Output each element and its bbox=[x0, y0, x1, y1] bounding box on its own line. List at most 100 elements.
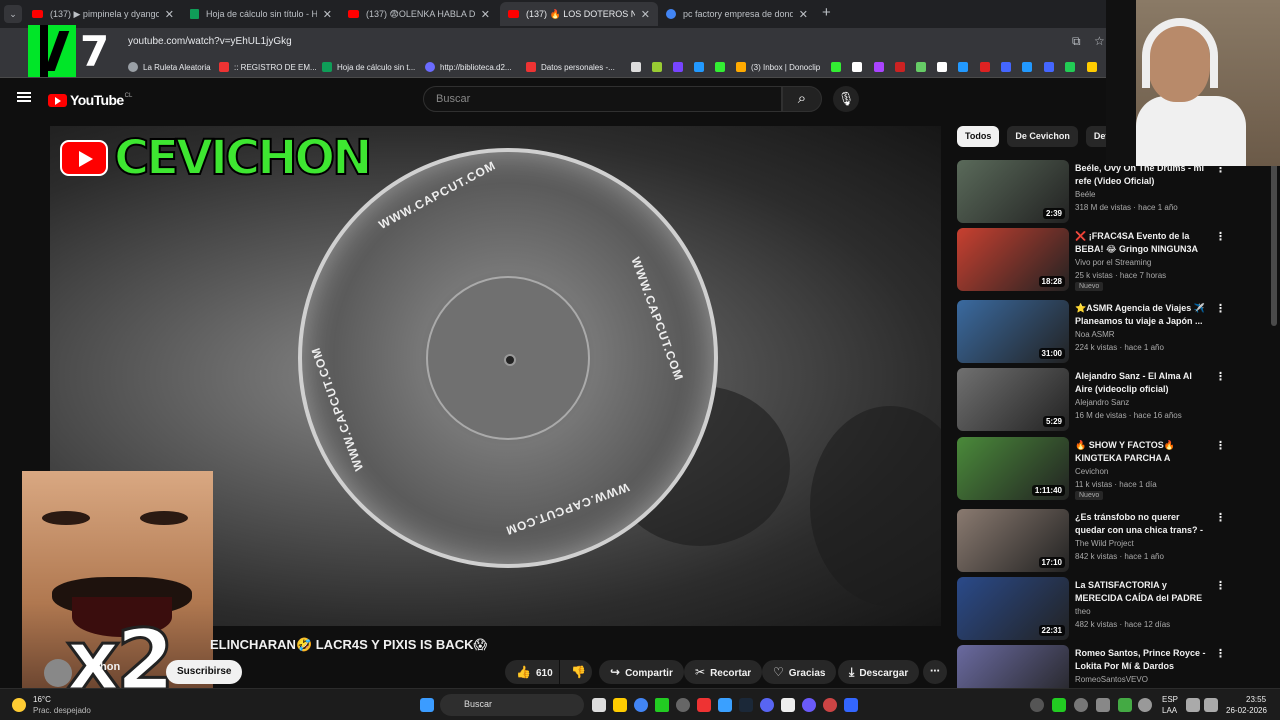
discord-icon[interactable] bbox=[760, 698, 774, 712]
bookmark-icon[interactable] bbox=[895, 62, 905, 72]
channel-name[interactable]: hon bbox=[100, 661, 120, 673]
tray-icon[interactable] bbox=[1096, 698, 1110, 712]
close-icon[interactable]: ✕ bbox=[481, 8, 490, 21]
app-icon[interactable] bbox=[823, 698, 837, 712]
video-thumbnail[interactable]: 22:31 bbox=[957, 577, 1069, 640]
video-thumbnail[interactable]: 1:11:40 bbox=[957, 437, 1069, 500]
download-button[interactable]: ⤓ Descargar bbox=[838, 660, 920, 684]
recommendation-item[interactable]: 18:28 ❌ ¡FRAC4SA Evento de la BEBA! 😂 Gr… bbox=[957, 228, 1277, 292]
close-icon[interactable]: ✕ bbox=[165, 8, 174, 21]
more-vert-icon[interactable]: ⋮ bbox=[1215, 647, 1226, 660]
app-icon[interactable] bbox=[655, 698, 669, 712]
channel-avatar[interactable] bbox=[44, 659, 72, 687]
steam-icon[interactable] bbox=[739, 698, 753, 712]
bookmark-icon[interactable] bbox=[958, 62, 968, 72]
tray-icon[interactable] bbox=[1138, 698, 1152, 712]
close-icon[interactable]: ✕ bbox=[323, 8, 332, 21]
clip-button[interactable]: ✂ Recortar bbox=[684, 660, 763, 684]
more-vert-icon[interactable]: ⋮ bbox=[1215, 511, 1226, 524]
chip-todos[interactable]: Todos bbox=[957, 126, 1000, 147]
bookmark-item[interactable]: :: REGISTRO DE EM... bbox=[219, 60, 317, 74]
app-icon[interactable] bbox=[676, 698, 690, 712]
browser-tab[interactable]: Hoja de cálculo sin título - Hoja✕ bbox=[182, 2, 340, 26]
more-vert-icon[interactable]: ⋮ bbox=[1215, 230, 1226, 243]
bookmark-icon[interactable] bbox=[673, 62, 683, 72]
bookmark-icon[interactable] bbox=[694, 62, 704, 72]
file-explorer-icon[interactable] bbox=[613, 698, 627, 712]
bookmark-icon[interactable] bbox=[916, 62, 926, 72]
bookmark-icon[interactable] bbox=[874, 62, 884, 72]
like-button[interactable]: 👍 610 bbox=[505, 660, 559, 684]
search-input[interactable]: Buscar bbox=[423, 86, 782, 112]
tray-icon[interactable] bbox=[1030, 698, 1044, 712]
bookmark-item[interactable]: La Ruleta Aleatoria bbox=[128, 60, 211, 74]
chip-de-cevichon[interactable]: De Cevichon bbox=[1007, 126, 1078, 147]
browser-tab-active[interactable]: (137) 🔥 LOS DOTEROS NUNCA✕ bbox=[500, 2, 658, 26]
bookmark-icon[interactable] bbox=[937, 62, 947, 72]
video-thumbnail[interactable]: 17:10 bbox=[957, 509, 1069, 572]
bookmark-icon[interactable] bbox=[980, 62, 990, 72]
recommendation-item[interactable]: 5:29 Alejandro Sanz - El Alma Al Aire (v… bbox=[957, 368, 1277, 432]
recommendation-item[interactable]: 1:11:40 🔥 SHOW Y FACTOS🔥 KINGTEKA PARCHA… bbox=[957, 437, 1277, 501]
more-vert-icon[interactable]: ⋮ bbox=[1215, 439, 1226, 452]
bookmark-icon[interactable] bbox=[1022, 62, 1032, 72]
new-tab-button[interactable]: + bbox=[822, 4, 831, 21]
close-icon[interactable]: ✕ bbox=[641, 8, 650, 21]
taskbar-search[interactable]: Buscar bbox=[440, 694, 584, 716]
bookmark-icon[interactable] bbox=[1044, 62, 1054, 72]
recommendation-item[interactable]: 22:31 La SATISFACTORIA y MERECIDA CAÍDA … bbox=[957, 577, 1277, 641]
app-icon[interactable] bbox=[844, 698, 858, 712]
bookmark-star-icon[interactable]: ☆ bbox=[1094, 34, 1105, 48]
recommendation-item[interactable]: Romeo Santos, Prince Royce - Lokita Por … bbox=[957, 645, 1277, 688]
app-icon[interactable] bbox=[781, 698, 795, 712]
url-field[interactable]: youtube.com/watch?v=yEhUL1jyGkg bbox=[128, 36, 292, 47]
bookmark-icon[interactable] bbox=[652, 62, 662, 72]
volume-icon[interactable] bbox=[1204, 698, 1218, 712]
bookmark-icon[interactable] bbox=[631, 62, 641, 72]
browser-tab[interactable]: (137) 😨OLENKA HABLA DE R✕ bbox=[340, 2, 498, 26]
bookmark-item[interactable]: (3) Inbox | Donoclip bbox=[736, 60, 820, 74]
tab-search-button[interactable]: ⌄ bbox=[4, 5, 22, 23]
tray-icon[interactable] bbox=[1118, 698, 1132, 712]
tray-icon[interactable] bbox=[1074, 698, 1088, 712]
browser-tab[interactable]: pc factory empresa de donde e✕ bbox=[658, 2, 816, 26]
menu-icon[interactable] bbox=[17, 92, 31, 102]
voice-search-button[interactable]: 🎙 bbox=[833, 86, 859, 112]
close-icon[interactable]: ✕ bbox=[799, 8, 808, 21]
bookmark-icon[interactable] bbox=[1087, 62, 1097, 72]
subscribe-button[interactable]: Suscribirse bbox=[166, 660, 243, 684]
search-button[interactable]: ⌕ bbox=[782, 86, 822, 112]
recommendation-item[interactable]: 17:10 ¿Es tránsfobo no querer quedar con… bbox=[957, 509, 1277, 573]
task-view-icon[interactable] bbox=[592, 698, 606, 712]
video-thumbnail[interactable]: 31:00 bbox=[957, 300, 1069, 363]
bookmark-icon[interactable] bbox=[1065, 62, 1075, 72]
tray-icon[interactable] bbox=[1052, 698, 1066, 712]
video-thumbnail[interactable]: 5:29 bbox=[957, 368, 1069, 431]
more-vert-icon[interactable]: ⋮ bbox=[1215, 579, 1226, 592]
bookmark-item[interactable]: Hoja de cálculo sin t... bbox=[322, 60, 415, 74]
cast-icon[interactable]: ⧉ bbox=[1072, 34, 1081, 49]
video-thumbnail[interactable]: 2:39 bbox=[957, 160, 1069, 223]
bookmark-icon[interactable] bbox=[852, 62, 862, 72]
bookmark-item[interactable]: Datos personales -... bbox=[526, 60, 615, 74]
youtube-logo[interactable]: YouTube CL bbox=[48, 92, 132, 108]
scrollbar-thumb[interactable] bbox=[1271, 150, 1277, 326]
video-thumbnail[interactable] bbox=[957, 645, 1069, 688]
bookmark-icon[interactable] bbox=[831, 62, 841, 72]
thanks-button[interactable]: ♡ Gracias bbox=[762, 660, 837, 684]
weather-icon[interactable] bbox=[12, 698, 26, 712]
bookmark-icon[interactable] bbox=[1001, 62, 1011, 72]
app-icon[interactable] bbox=[802, 698, 816, 712]
windows-start-icon[interactable] bbox=[420, 698, 434, 712]
recommendation-item[interactable]: 2:39 Beéle, Ovy On The Drums - mi refe (… bbox=[957, 160, 1277, 224]
share-button[interactable]: ↪ Compartir bbox=[599, 660, 684, 684]
app-icon[interactable] bbox=[697, 698, 711, 712]
recommendation-item[interactable]: 31:00 ⭐ASMR Agencia de Viajes ✈️ Planeam… bbox=[957, 300, 1277, 364]
wifi-icon[interactable] bbox=[1186, 698, 1200, 712]
more-vert-icon[interactable]: ⋮ bbox=[1215, 302, 1226, 315]
dislike-button[interactable]: 👎 bbox=[560, 660, 592, 684]
app-icon[interactable] bbox=[718, 698, 732, 712]
bookmark-icon[interactable] bbox=[715, 62, 725, 72]
more-actions-button[interactable]: ⋯ bbox=[923, 660, 947, 684]
video-thumbnail[interactable]: 18:28 bbox=[957, 228, 1069, 291]
